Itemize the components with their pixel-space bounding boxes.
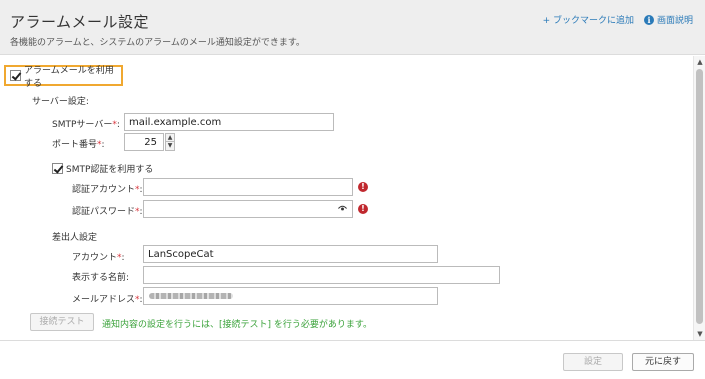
scroll-up-icon[interactable]: ▲ xyxy=(696,58,704,66)
display-name-input[interactable] xyxy=(143,266,500,284)
server-settings-heading: サーバー設定: xyxy=(32,97,89,107)
eye-icon[interactable] xyxy=(338,205,347,212)
smtp-server-label: SMTPサーバー*: xyxy=(52,120,120,130)
page-header: アラームメール設定 各機能のアラームと、システムのアラームのメール通知設定ができ… xyxy=(0,0,705,55)
spinner-down-icon[interactable]: ▼ xyxy=(166,142,174,150)
smtp-server-input[interactable]: mail.example.com xyxy=(124,113,334,131)
spinner-up-icon[interactable]: ▲ xyxy=(166,134,174,142)
header-links: + ブックマークに追加 i 画面説明 xyxy=(543,13,693,26)
page-subtitle: 各機能のアラームと、システムのアラームのメール通知設定ができます。 xyxy=(10,38,305,48)
revert-button[interactable]: 元に戻す xyxy=(632,353,694,371)
checkmark-icon xyxy=(52,163,63,174)
set-button[interactable]: 設定 xyxy=(563,353,623,371)
mail-address-input[interactable] xyxy=(143,287,438,305)
port-number-label: ポート番号*: xyxy=(52,140,105,150)
page-title: アラームメール設定 xyxy=(10,13,150,31)
help-link[interactable]: i 画面説明 xyxy=(643,13,693,26)
auth-password-label: 認証パスワード*: xyxy=(72,207,143,217)
use-alarm-mail-label: アラームメールを利用する xyxy=(24,65,114,89)
checkmark-icon xyxy=(10,70,21,81)
scroll-thumb[interactable] xyxy=(696,69,703,324)
auth-account-label: 認証アカウント*: xyxy=(72,185,143,195)
redacted-email xyxy=(149,293,233,299)
mail-address-label: メールアドレス*: xyxy=(72,295,143,305)
scroll-down-icon[interactable]: ▼ xyxy=(696,330,704,338)
connection-test-notice: 通知内容の設定を行うには、[接続テスト] を行う必要があります。 xyxy=(102,320,372,330)
smtp-auth-checkbox[interactable]: SMTP認証を利用する xyxy=(52,162,153,175)
help-link-label: 画面説明 xyxy=(656,16,693,26)
sender-account-input[interactable]: LanScopeCat xyxy=(143,245,438,263)
sender-settings-heading: 差出人設定 xyxy=(52,233,98,243)
sender-account-label: アカウント*: xyxy=(72,253,125,263)
smtp-auth-label: SMTP認証を利用する xyxy=(66,165,154,175)
auth-account-input[interactable] xyxy=(143,178,353,196)
settings-form: アラームメールを利用する サーバー設定: SMTPサーバー*: mail.exa… xyxy=(0,56,693,340)
page-footer: 設定 元に戻す xyxy=(0,340,705,379)
display-name-label: 表示する名前: xyxy=(72,273,130,283)
add-bookmark-link[interactable]: + ブックマークに追加 xyxy=(543,13,634,26)
port-number-spinner[interactable]: ▲ ▼ xyxy=(165,133,175,151)
port-number-input[interactable]: 25 xyxy=(124,133,164,151)
vertical-scrollbar[interactable]: ▲ ▼ xyxy=(693,56,705,340)
auth-password-input[interactable] xyxy=(143,200,353,218)
warning-icon: ! xyxy=(358,182,368,192)
use-alarm-mail-checkbox[interactable]: アラームメールを利用する xyxy=(4,65,123,89)
info-icon: i xyxy=(643,14,654,25)
connection-test-button[interactable]: 接続テスト xyxy=(30,313,94,331)
warning-icon: ! xyxy=(358,204,368,214)
